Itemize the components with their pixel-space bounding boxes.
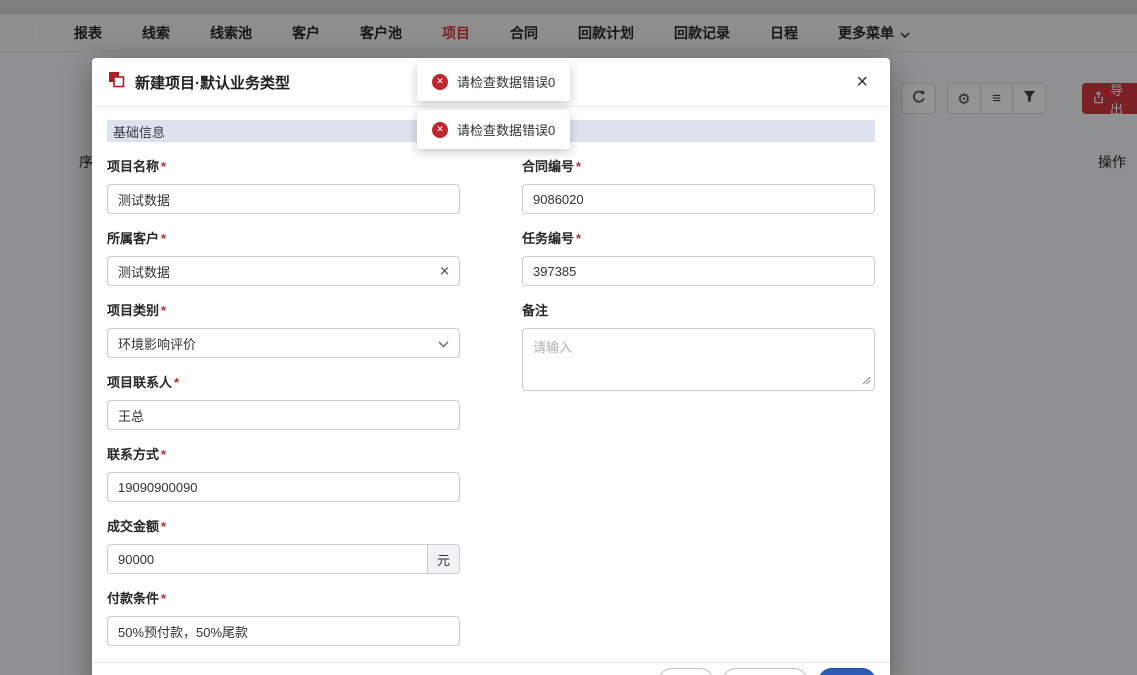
required-asterisk: * <box>576 159 582 174</box>
field-payment-terms: 付款条件 * <box>107 590 460 646</box>
modal-form: 项目名称* 所属客户* ✕ 项目类别* 环境影响评价 <box>92 142 890 662</box>
currency-unit-addon: 元 <box>427 545 459 573</box>
required-asterisk: * <box>161 303 167 318</box>
contact-phone-input[interactable] <box>107 472 460 502</box>
remark-textarea-wrap <box>522 328 875 396</box>
error-toast: ✕ 请检查数据错误0 <box>417 62 571 101</box>
label-text: 联系方式 <box>107 447 160 462</box>
clear-x-icon[interactable]: ✕ <box>439 265 450 278</box>
field-contact-phone: 联系方式 * <box>107 446 460 502</box>
form-right-column: 合同编号* 任务编号* 备注 <box>522 158 875 662</box>
field-project-category: 项目类别 * 环境影响评价 <box>107 302 460 358</box>
required-asterisk: * <box>161 519 167 534</box>
task-no-label: 任务编号 * <box>522 230 875 247</box>
error-toast: ✕ 请检查数据错误0 <box>417 110 571 149</box>
customer-input[interactable] <box>107 256 460 286</box>
contact-person-label: 项目联系人 * <box>107 374 460 391</box>
field-customer: 所属客户* ✕ <box>107 230 460 286</box>
error-circle-x-icon: ✕ <box>432 121 448 138</box>
remark-label: 备注 <box>522 302 875 319</box>
label-text: 合同编号 <box>522 159 575 174</box>
project-name-input[interactable] <box>107 184 460 214</box>
toast-message: 请检查数据错误0 <box>457 75 556 90</box>
footer-primary-button[interactable] <box>818 668 876 675</box>
field-contract-no: 合同编号 * <box>522 158 875 214</box>
modal-footer-divider <box>92 662 890 663</box>
remark-textarea[interactable] <box>522 328 875 391</box>
label-text: 所属客户 <box>107 231 160 246</box>
customer-input-wrap: ✕ <box>107 256 460 286</box>
field-task-no: 任务编号 * <box>522 230 875 286</box>
close-icon[interactable]: × <box>850 70 874 94</box>
contact-person-input[interactable] <box>107 400 460 430</box>
required-asterisk: * <box>161 591 167 606</box>
project-category-select[interactable]: 环境影响评价 <box>107 328 460 358</box>
contract-no-input[interactable] <box>522 184 875 214</box>
footer-cancel-button[interactable] <box>658 668 714 675</box>
toast-stack: ✕ 请检查数据错误0 ✕ 请检查数据错误0 <box>417 62 571 149</box>
contract-no-label: 合同编号 * <box>522 158 875 175</box>
required-asterisk: * <box>161 447 167 462</box>
error-circle-x-icon: ✕ <box>432 73 448 90</box>
toast-message: 请检查数据错误0 <box>457 123 556 138</box>
field-deal-amount: 成交金额* 元 <box>107 518 460 574</box>
label-text: 任务编号 <box>522 231 575 246</box>
selected-value: 环境影响评价 <box>118 336 197 352</box>
required-asterisk: * <box>576 231 582 246</box>
label-text: 项目联系人 <box>107 375 173 390</box>
chevron-down-icon <box>438 336 449 351</box>
payment-terms-input[interactable] <box>107 616 460 646</box>
task-no-input[interactable] <box>522 256 875 286</box>
label-text: 成交金额 <box>107 519 160 534</box>
stacked-squares-icon <box>108 71 125 93</box>
contact-phone-label: 联系方式 * <box>107 446 460 463</box>
project-name-label: 项目名称 * <box>107 158 460 175</box>
deal-amount-input[interactable] <box>108 545 427 573</box>
field-contact-person: 项目联系人 * <box>107 374 460 430</box>
required-asterisk: * <box>161 231 167 246</box>
required-asterisk: * <box>174 375 180 390</box>
project-category-label: 项目类别 * <box>107 302 460 319</box>
footer-secondary-button[interactable] <box>722 668 808 675</box>
modal-title: 新建项目·默认业务类型 <box>135 74 290 92</box>
label-text: 付款条件 <box>107 591 160 606</box>
field-project-name: 项目名称 * <box>107 158 460 214</box>
label-text: 项目名称 <box>107 159 160 174</box>
payment-terms-label: 付款条件 * <box>107 590 460 607</box>
label-text: 项目类别 <box>107 303 160 318</box>
deal-amount-group: 元 <box>107 544 460 574</box>
required-asterisk: * <box>161 159 167 174</box>
new-project-modal: 新建项目·默认业务类型 × 基础信息 项目名称* 所属客户* ✕ <box>92 58 890 675</box>
field-remark: 备注 <box>522 302 875 396</box>
label-text: 备注 <box>522 303 549 318</box>
deal-amount-label: 成交金额 * <box>107 518 460 535</box>
form-left-column: 项目名称* 所属客户* ✕ 项目类别* 环境影响评价 <box>107 158 460 662</box>
customer-label: 所属客户 * <box>107 230 460 247</box>
